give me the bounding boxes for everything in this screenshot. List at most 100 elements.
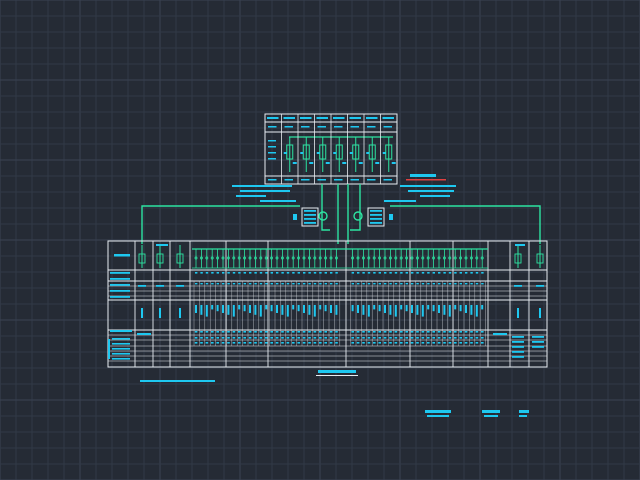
feeder-note-text bbox=[194, 342, 198, 344]
feeder-tag bbox=[254, 272, 257, 274]
upper-footer-text bbox=[367, 179, 376, 181]
feeder-cable-text bbox=[437, 337, 441, 339]
feeder-cable-text bbox=[454, 337, 457, 339]
feeder-cable-text bbox=[427, 337, 430, 339]
upper-breaker-tag bbox=[349, 152, 353, 154]
upper-info-line bbox=[268, 146, 276, 148]
feeder-tag bbox=[373, 272, 376, 274]
feeder-load-text bbox=[378, 331, 381, 333]
feeder-code bbox=[416, 283, 419, 285]
upper-column-label bbox=[267, 117, 279, 119]
feeder-note-text bbox=[227, 342, 230, 344]
feeder-note-text bbox=[313, 342, 317, 344]
incomer-left-code bbox=[138, 285, 146, 287]
upper-info-line bbox=[268, 140, 276, 142]
feeder-load-text bbox=[389, 331, 392, 333]
incomer-right-2-code bbox=[536, 285, 544, 287]
center-label-block bbox=[318, 370, 356, 373]
feeder-load-text bbox=[427, 331, 430, 333]
feeder-load-text bbox=[454, 331, 457, 333]
upper-breaker-tag bbox=[366, 152, 370, 154]
transformer-right-text bbox=[370, 214, 382, 216]
feeder-code bbox=[254, 283, 257, 285]
feeder-spec-text bbox=[238, 305, 241, 310]
feeder-note-text bbox=[221, 342, 225, 344]
row-header-bar bbox=[108, 339, 110, 359]
feeder-note-text bbox=[319, 342, 322, 344]
feeder-code bbox=[281, 283, 284, 285]
feeder-spec-text bbox=[286, 305, 289, 317]
feeder-tag bbox=[357, 272, 360, 274]
feeder-spec-text bbox=[465, 305, 467, 313]
feeder-cable-text bbox=[383, 337, 387, 339]
feeder-cable-text bbox=[216, 337, 219, 339]
feeder-tag bbox=[297, 272, 300, 274]
feeder-load-text bbox=[248, 331, 252, 333]
incomer-left-3-code bbox=[176, 285, 184, 287]
feeder-spec-text bbox=[373, 305, 376, 310]
feeder-note-text bbox=[356, 342, 360, 344]
feeder-tag bbox=[448, 272, 452, 274]
feeder-tag bbox=[432, 272, 435, 274]
feeder-cable-text bbox=[243, 337, 246, 339]
feeder-load-text bbox=[243, 331, 246, 333]
feeder-load-text bbox=[335, 331, 338, 333]
feeder-code bbox=[470, 283, 473, 285]
upper-feeder-tag bbox=[375, 162, 380, 164]
feeder-tag bbox=[421, 272, 425, 274]
row-header-text-bottom bbox=[112, 353, 130, 355]
feeder-cable-text bbox=[292, 337, 295, 339]
feeder-tag bbox=[465, 272, 468, 274]
feeder-spec-text bbox=[481, 305, 484, 310]
feeder-code bbox=[335, 283, 338, 285]
feeder-code bbox=[432, 283, 435, 285]
feeder-load-text bbox=[443, 331, 446, 333]
feeder-code bbox=[378, 283, 381, 285]
feeder-tag bbox=[195, 272, 198, 274]
feeder-cable-text bbox=[400, 337, 403, 339]
feeder-code bbox=[357, 283, 360, 285]
feeder-note-text bbox=[448, 342, 452, 344]
feeder-load-text bbox=[232, 331, 236, 333]
feeder-code bbox=[205, 283, 209, 285]
feeder-tag bbox=[222, 272, 225, 274]
feeder-note-text bbox=[232, 342, 236, 344]
feeder-load-text bbox=[221, 331, 225, 333]
feeder-load-text bbox=[270, 331, 273, 333]
feeder-code bbox=[222, 283, 225, 285]
transformer-left-marker bbox=[293, 214, 297, 220]
feeder-load-text bbox=[356, 331, 360, 333]
feeder-note-text bbox=[378, 342, 381, 344]
feeder-load-text bbox=[448, 331, 452, 333]
feeder-load-text bbox=[302, 331, 306, 333]
feeder-tag bbox=[286, 272, 290, 274]
feeder-load-text bbox=[405, 331, 408, 333]
feeder-code bbox=[421, 283, 425, 285]
cad-drawing-canvas[interactable] bbox=[0, 0, 640, 480]
feeder-load-text bbox=[421, 331, 425, 333]
feeder-load-text bbox=[432, 331, 435, 333]
feeder-code bbox=[238, 283, 241, 285]
feeder-note-text bbox=[481, 342, 484, 344]
feeder-tag bbox=[416, 272, 419, 274]
legend-block-1 bbox=[425, 410, 451, 413]
feeder-cable-text bbox=[275, 337, 279, 339]
feeder-code bbox=[259, 283, 263, 285]
row-header-text bbox=[110, 272, 130, 274]
row-header-text-lower bbox=[110, 330, 132, 332]
feeder-spec-text bbox=[200, 305, 203, 315]
feeder-load-text bbox=[475, 331, 479, 333]
feeder-spec-text bbox=[470, 305, 473, 315]
feeder-code bbox=[200, 283, 203, 285]
right-column-text-2 bbox=[532, 341, 544, 343]
upper-feeder-tag bbox=[325, 162, 330, 164]
feeder-note-text bbox=[362, 342, 365, 344]
upper-footer-text bbox=[301, 179, 310, 181]
upper-feeder-tag bbox=[292, 162, 297, 164]
upper-feeder-tag bbox=[391, 162, 396, 164]
feeder-spec-text bbox=[292, 305, 295, 310]
feeder-spec-text bbox=[303, 305, 305, 313]
feeder-note-text bbox=[308, 342, 311, 344]
feeder-note-text bbox=[373, 342, 376, 344]
feeder-spec-text bbox=[227, 305, 230, 315]
